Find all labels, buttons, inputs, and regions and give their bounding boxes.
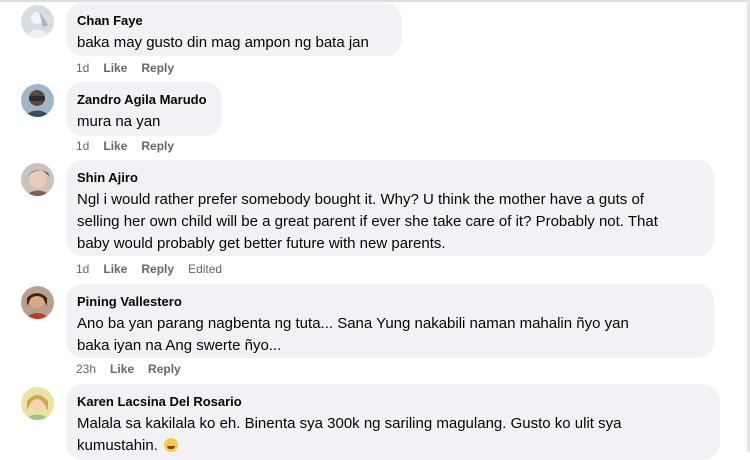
- comment-line: Malala sa kakilala ko eh. Binenta sya 30…: [77, 415, 622, 432]
- comment-line: kumustahin.: [77, 437, 158, 454]
- comment-text: mura na yan: [77, 113, 161, 130]
- comment-time[interactable]: 1d: [76, 60, 89, 76]
- comment-text: baka may gusto din mag ampon ng bata jan: [77, 34, 369, 51]
- like-button[interactable]: Like: [110, 361, 134, 377]
- top-divider: [0, 0, 750, 2]
- avatar[interactable]: [21, 387, 54, 420]
- commenter-name[interactable]: Pining Vallestero: [77, 293, 703, 310]
- comment-bubble: Zandro Agila Marudo mura na yan: [66, 82, 222, 136]
- commenter-name[interactable]: Zandro Agila Marudo: [77, 91, 211, 108]
- commenter-name[interactable]: Shin Ajiro: [77, 169, 703, 186]
- comment-time[interactable]: 1d: [76, 138, 89, 154]
- comment-line-last: kumustahin.: [77, 435, 709, 457]
- comment-actions: 1d Like Reply: [76, 60, 188, 76]
- comment-actions: 1d Like Reply Edited: [76, 261, 222, 277]
- edited-label[interactable]: Edited: [188, 261, 222, 277]
- comment-time[interactable]: 23h: [76, 361, 96, 377]
- avatar[interactable]: [21, 163, 54, 196]
- comment-bubble: Chan Faye baka may gusto din mag ampon n…: [66, 3, 402, 56]
- comment-bubble: Karen Lacsina Del Rosario Malala sa kaki…: [66, 384, 720, 460]
- comment-line: Ngl i would rather prefer somebody bough…: [77, 191, 644, 208]
- comment-line: baby would probably get better future wi…: [77, 235, 446, 252]
- avatar[interactable]: [21, 84, 54, 117]
- comment-actions: 1d Like Reply: [76, 138, 188, 154]
- reply-button[interactable]: Reply: [148, 361, 181, 377]
- comment-line: selling her own child will be a great pa…: [77, 213, 658, 230]
- comment-bubble: Pining Vallestero Ano ba yan parang nagb…: [66, 284, 714, 358]
- like-button[interactable]: Like: [103, 261, 127, 277]
- sweat-smile-emoji-icon: [164, 438, 179, 452]
- commenter-name[interactable]: Chan Faye: [77, 12, 391, 29]
- avatar[interactable]: [21, 286, 54, 319]
- reply-button[interactable]: Reply: [141, 138, 174, 154]
- reply-button[interactable]: Reply: [141, 261, 174, 277]
- comment-text: Ano ba yan parang nagbenta ng tuta... Sa…: [77, 313, 703, 357]
- comment-line: Ano ba yan parang nagbenta ng tuta... Sa…: [77, 315, 629, 332]
- avatar[interactable]: [21, 5, 54, 38]
- like-button[interactable]: Like: [103, 138, 127, 154]
- like-button[interactable]: Like: [103, 60, 127, 76]
- reply-button[interactable]: Reply: [141, 60, 174, 76]
- comment-time[interactable]: 1d: [76, 261, 89, 277]
- comment-line: baka iyan na Ang swerte ñyo...: [77, 337, 282, 354]
- comment-text: Malala sa kakilala ko eh. Binenta sya 30…: [77, 413, 709, 457]
- comment-actions: 23h Like Reply: [76, 361, 195, 377]
- comment-bubble: Shin Ajiro Ngl i would rather prefer som…: [66, 160, 714, 256]
- comment-text: Ngl i would rather prefer somebody bough…: [77, 189, 703, 255]
- commenter-name[interactable]: Karen Lacsina Del Rosario: [77, 393, 709, 410]
